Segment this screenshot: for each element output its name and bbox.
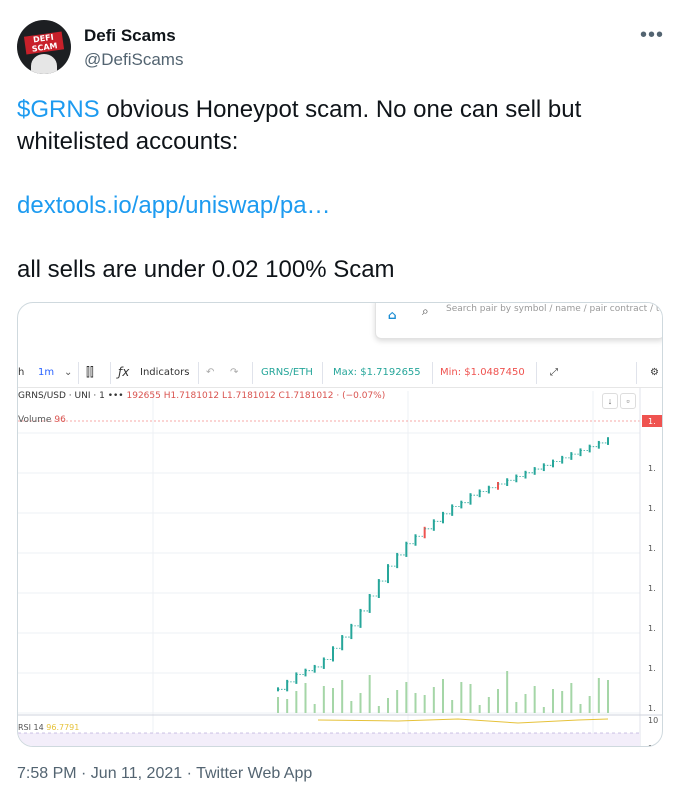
tweet-text-part1: obvious Honeypot scam. No one can sell b…: [17, 96, 582, 155]
volume-bar: [341, 680, 344, 713]
min-price: Min: $1.0487450: [440, 367, 525, 378]
price-tick-label: 1.: [648, 744, 656, 747]
volume-bar: [515, 702, 518, 713]
volume-label: Volume: [18, 415, 52, 425]
rsi-axis-label: 10: [648, 716, 658, 725]
ohlc-values: 192655 H1.7181012 L1.7181012 C1.7181012 …: [126, 391, 386, 401]
interval-h[interactable]: h: [18, 367, 24, 378]
volume-bar: [497, 689, 499, 713]
volume-bar: [524, 694, 527, 713]
price-tick-label: 1.: [648, 624, 656, 633]
volume-bar: [487, 697, 490, 713]
tweet-timestamp[interactable]: 7:58 PM · Jun 11, 2021 · Twitter Web App: [17, 765, 312, 783]
search-placeholder: Search pair by symbol / name / pair cont…: [446, 304, 662, 314]
indicators-button[interactable]: Indicators: [140, 367, 189, 378]
rsi-value: 96.7791: [46, 723, 80, 732]
volume-bar: [506, 671, 509, 713]
chart-toolbar: h 1m ⌄ ⫿⫿ ƒx Indicators ↶ ↷ GRNS/ETH Max…: [18, 358, 662, 388]
undo-icon[interactable]: ↶: [206, 367, 214, 378]
volume-bar: [552, 689, 554, 713]
volume-bar: [368, 675, 371, 713]
tweet: DEFI SCAM Defi Scams @DefiScams ••• $GRN…: [0, 0, 688, 800]
pair-search[interactable]: ⌂ ⌕ Search pair by symbol / name / pair …: [375, 303, 662, 339]
volume-bar: [304, 683, 307, 713]
price-tick-label: 1.: [648, 504, 656, 513]
settings-icon[interactable]: ⚙: [650, 367, 659, 378]
price-tick-label: 1.: [648, 464, 656, 473]
redo-icon[interactable]: ↷: [230, 367, 238, 378]
rsi-band: [18, 733, 640, 746]
volume-bar: [322, 686, 325, 713]
tweet-text-part2: all sells are under 0.02 100% Scam: [17, 256, 395, 283]
avatar-figure: [31, 54, 57, 74]
legend-more-icon[interactable]: •••: [108, 391, 124, 401]
legend-buttons: ↓ ▫: [602, 391, 642, 409]
rsi-label: RSI 14: [18, 723, 44, 732]
window-icon[interactable]: ▫: [620, 393, 636, 409]
volume-bar: [597, 678, 600, 713]
interval-1m[interactable]: 1m: [38, 367, 54, 378]
volume-bar: [469, 684, 472, 713]
rsi-legend: RSI 14 96.7791: [18, 723, 79, 732]
volume-bar: [533, 686, 536, 713]
price-tag-label: 1.: [648, 417, 656, 426]
volume-bar: [588, 696, 591, 713]
volume-bar: [460, 682, 463, 713]
volume-bar: [561, 691, 564, 713]
chevron-down-icon[interactable]: ⌄: [64, 367, 72, 378]
volume-bar: [396, 690, 399, 713]
volume-bar: [313, 704, 316, 713]
volume-bar: [377, 706, 380, 713]
chart-legend: GRNS/USD · UNI · 1 ••• 192655 H1.7181012…: [18, 391, 385, 401]
volume-bar: [579, 704, 582, 713]
price-tick-label: 1.: [648, 704, 656, 713]
avatar-badge: DEFI SCAM: [23, 31, 65, 55]
avatar[interactable]: DEFI SCAM: [17, 20, 71, 74]
chart-image[interactable]: 1. 1. 1. 1. 1. 1. 1. 1. 1. 10 ⌂ ⌕ Search pair by …: [17, 302, 663, 747]
tweet-text: $GRNS obvious Honeypot scam. No one can …: [17, 94, 667, 286]
volume-bar: [286, 699, 289, 713]
volume-bar: [350, 701, 353, 713]
price-tick-label: 1.: [648, 584, 656, 593]
function-icon[interactable]: ƒx: [118, 365, 129, 379]
more-horizontal-icon[interactable]: •••: [640, 24, 664, 47]
dextools-link[interactable]: dextools.io/app/uniswap/pa…: [17, 192, 331, 219]
volume-bar: [359, 693, 362, 713]
volume-bar: [432, 687, 435, 713]
volume-bar: [277, 697, 279, 713]
max-price: Max: $1.7192655: [333, 367, 421, 378]
volume-bar: [607, 680, 609, 713]
display-name[interactable]: Defi Scams: [84, 26, 176, 46]
volume-bar: [414, 693, 417, 713]
search-icon: ⌕: [422, 304, 429, 318]
handle[interactable]: @DefiScams: [84, 50, 183, 70]
volume-bar: [442, 679, 444, 713]
volume-bar: [570, 683, 573, 713]
symbol-label: GRNS/USD · UNI · 1: [18, 391, 105, 401]
volume-bar: [387, 698, 389, 713]
pair-label: GRNS/ETH: [261, 367, 313, 378]
price-tick-label: 1.: [648, 664, 656, 673]
fullscreen-icon[interactable]: ⤢: [550, 367, 558, 378]
volume-bar: [405, 682, 408, 713]
volume-bar: [332, 688, 334, 713]
price-tick-label: 1.: [648, 544, 656, 553]
dextools-logo-icon: ⌂: [388, 308, 397, 322]
volume-bar: [542, 707, 545, 713]
volume-bar: [478, 705, 481, 713]
ticker-link[interactable]: $GRNS: [17, 96, 100, 123]
volume-bar: [451, 700, 454, 713]
arrow-down-icon[interactable]: ↓: [602, 393, 618, 409]
rsi-line: [317, 718, 609, 724]
volume-bar: [295, 691, 298, 713]
volume-value: 96: [54, 415, 66, 425]
volume-legend: Volume 96: [18, 415, 66, 425]
candles-icon[interactable]: ⫿⫿: [86, 365, 94, 380]
volume-bar: [423, 695, 426, 713]
